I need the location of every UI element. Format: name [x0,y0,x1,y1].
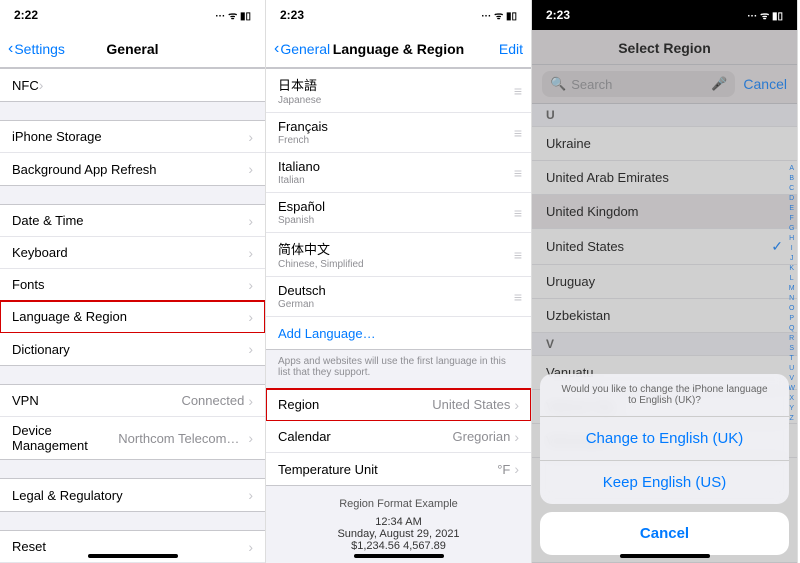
chevron-right-icon: › [514,429,519,445]
row-bg-app-refresh[interactable]: Background App Refresh› [0,153,265,185]
row-dictionary[interactable]: Dictionary› [0,333,265,365]
row-keyboard[interactable]: Keyboard› [0,237,265,269]
nav-bar: ‹ General Language & Region Edit [266,30,531,68]
keep-language-button[interactable]: Keep English (US) [540,461,789,504]
lang-row[interactable]: DeutschGerman≡ [266,277,531,317]
screen-select-region: 2:23 ··· ᯤ ▮▯ Select Region 🔍 Search 🎤 C… [532,0,798,563]
status-icons: ··· ᯤ ▮▯ [747,8,783,22]
edit-button[interactable]: Edit [499,41,523,57]
row-date-time[interactable]: Date & Time› [0,205,265,237]
back-button[interactable]: ‹ General [274,40,330,58]
drag-handle-icon[interactable]: ≡ [514,289,519,305]
sheet-message: Would you like to change the iPhone lang… [540,374,789,417]
status-time: 2:23 [280,8,304,22]
chevron-right-icon: › [248,309,253,325]
footer-note: Apps and websites will use the first lan… [266,350,531,388]
chevron-left-icon: ‹ [274,40,279,58]
lang-row[interactable]: 日本語Japanese≡ [266,69,531,113]
status-time: 2:23 [546,8,570,22]
row-reset[interactable]: Reset› [0,531,265,563]
nav-bar: ‹ Settings General [0,30,265,68]
chevron-right-icon: › [248,245,253,261]
home-indicator[interactable] [354,554,444,558]
add-language-button[interactable]: Add Language… [266,317,531,349]
chevron-right-icon: › [248,430,253,446]
drag-handle-icon[interactable]: ≡ [514,125,519,141]
status-time: 2:22 [14,8,38,22]
lang-row[interactable]: EspañolSpanish≡ [266,193,531,233]
drag-handle-icon[interactable]: ≡ [514,247,519,263]
back-button[interactable]: ‹ Settings [8,40,65,58]
lang-row[interactable]: FrançaisFrench≡ [266,113,531,153]
drag-handle-icon[interactable]: ≡ [514,165,519,181]
chevron-right-icon: › [248,213,253,229]
lang-row[interactable]: 简体中文Chinese, Simplified≡ [266,233,531,277]
chevron-left-icon: ‹ [8,40,13,58]
status-bar: 2:22 ··· ᯤ ▮▯ [0,0,265,30]
chevron-right-icon: › [248,341,253,357]
drag-handle-icon[interactable]: ≡ [514,205,519,221]
region-format-example: Region Format Example 12:34 AM Sunday, A… [266,486,531,563]
status-icons: ··· ᯤ ▮▯ [215,8,251,22]
home-indicator[interactable] [620,554,710,558]
row-legal[interactable]: Legal & Regulatory› [0,479,265,511]
row-device-management[interactable]: Device Management Northcom Telecommun…› [0,417,265,459]
chevron-right-icon: › [248,129,253,145]
row-nfc[interactable]: NFC› [0,69,265,101]
chevron-right-icon: › [39,77,44,93]
row-fonts[interactable]: Fonts› [0,269,265,301]
screen-general: 2:22 ··· ᯤ ▮▯ ‹ Settings General NFC› iP… [0,0,266,563]
home-indicator[interactable] [88,554,178,558]
drag-handle-icon[interactable]: ≡ [514,83,519,99]
chevron-right-icon: › [248,539,253,555]
screen-language-region: 2:23 ··· ᯤ ▮▯ ‹ General Language & Regio… [266,0,532,563]
row-vpn[interactable]: VPNConnected› [0,385,265,417]
chevron-right-icon: › [514,397,519,413]
row-language-region[interactable]: Language & Region› [0,301,265,333]
chevron-right-icon: › [248,161,253,177]
chevron-right-icon: › [248,393,253,409]
settings-list: NFC› iPhone Storage› Background App Refr… [0,68,265,563]
chevron-right-icon: › [514,461,519,477]
row-region[interactable]: RegionUnited States› [266,389,531,421]
row-iphone-storage[interactable]: iPhone Storage› [0,121,265,153]
status-bar: 2:23 ··· ᯤ ▮▯ [266,0,531,30]
row-calendar[interactable]: CalendarGregorian› [266,421,531,453]
row-temperature[interactable]: Temperature Unit°F› [266,453,531,485]
chevron-right-icon: › [248,277,253,293]
lang-row[interactable]: ItalianoItalian≡ [266,153,531,193]
sheet-cancel-button[interactable]: Cancel [540,512,789,555]
chevron-right-icon: › [248,487,253,503]
change-language-button[interactable]: Change to English (UK) [540,417,789,461]
lang-region-list: 日本語Japanese≡ FrançaisFrench≡ ItalianoIta… [266,68,531,563]
status-icons: ··· ᯤ ▮▯ [481,8,517,22]
status-bar: 2:23 ··· ᯤ ▮▯ [532,0,797,30]
action-sheet: Would you like to change the iPhone lang… [532,366,797,563]
